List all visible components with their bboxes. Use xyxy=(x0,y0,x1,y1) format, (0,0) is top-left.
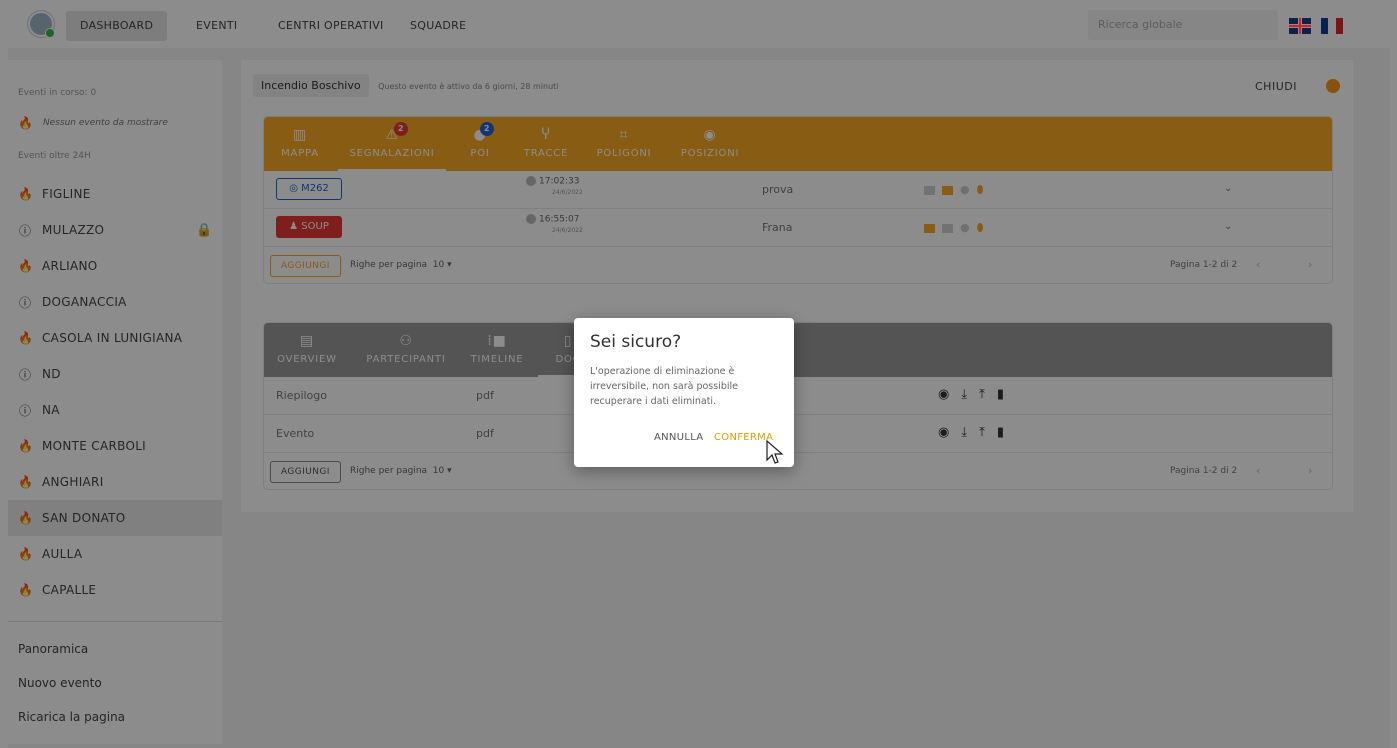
cancel-button[interactable]: ANNULLA xyxy=(654,432,703,443)
confirm-delete-dialog: Sei sicuro? L'operazione di eliminazione… xyxy=(574,318,794,467)
dialog-message: L'operazione di eliminazione è irreversi… xyxy=(590,366,739,407)
dialog-title: Sei sicuro? xyxy=(590,332,682,352)
confirm-button[interactable]: CONFERMA xyxy=(714,432,773,443)
mouse-cursor-icon xyxy=(766,440,784,464)
